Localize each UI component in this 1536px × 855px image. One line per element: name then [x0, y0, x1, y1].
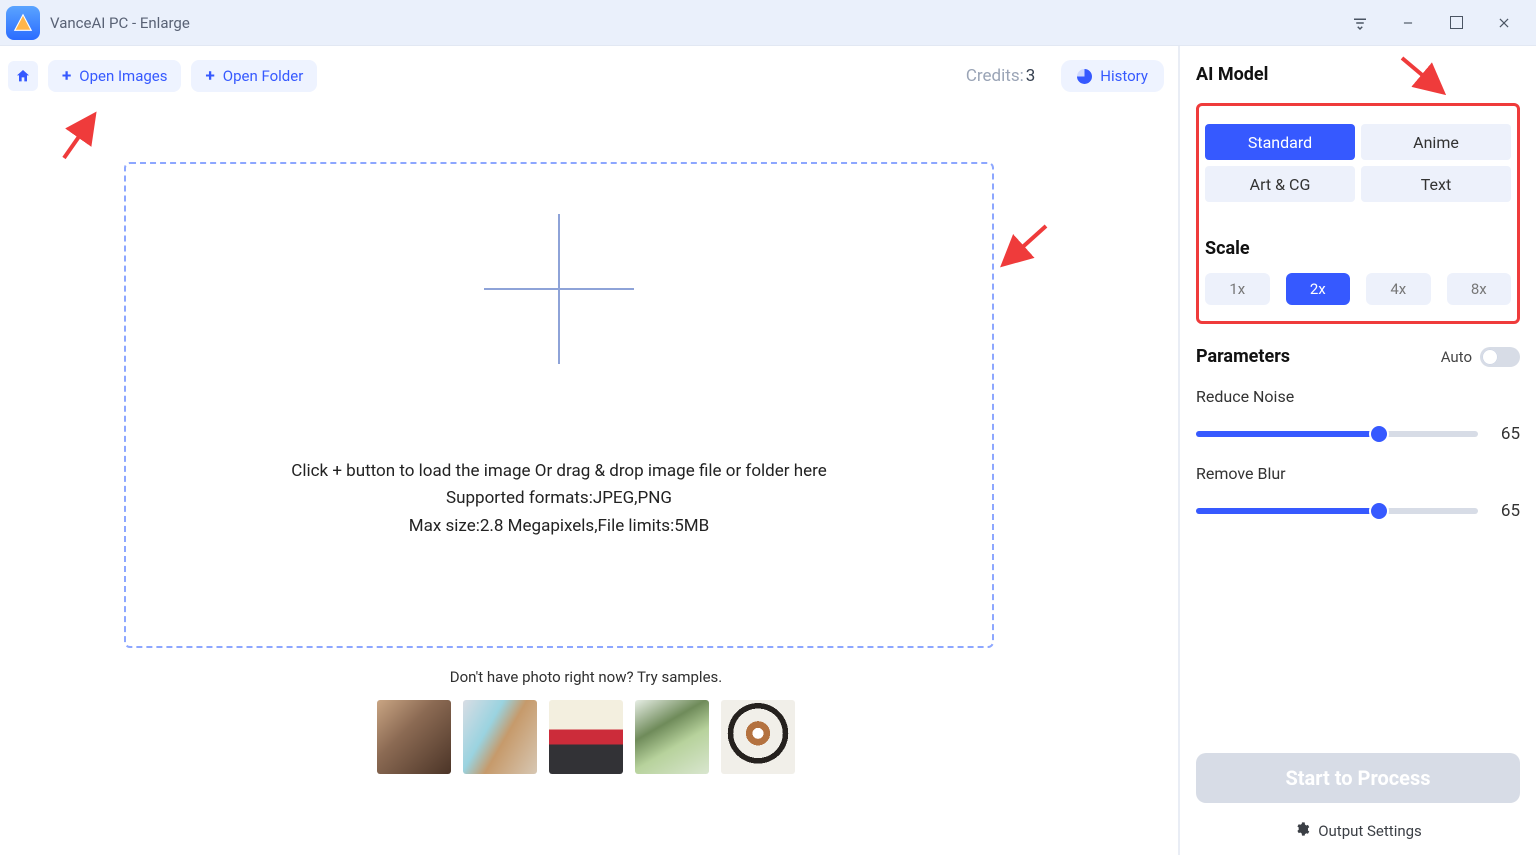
maximize-button[interactable]	[1432, 0, 1480, 46]
scale-option[interactable]: 8x	[1447, 273, 1512, 305]
sample-thumbnail[interactable]	[721, 700, 795, 774]
drop-zone[interactable]: Click + button to load the image Or drag…	[124, 162, 994, 648]
drop-line-3: Max size:2.8 Megapixels,File limits:5MB	[291, 513, 826, 540]
remove-blur-slider[interactable]	[1196, 508, 1478, 514]
reduce-noise-value: 65	[1492, 424, 1520, 444]
scale-option[interactable]: 2x	[1286, 273, 1351, 305]
ai-model-grid: StandardAnimeArt & CGText	[1205, 124, 1511, 202]
title-bar: VanceAI PC - Enlarge	[0, 0, 1536, 46]
credits-indicator: Credits: 3	[966, 66, 1035, 86]
start-process-label: Start to Process	[1285, 766, 1430, 790]
window-controls	[1336, 0, 1528, 46]
app-icon	[6, 6, 40, 40]
sample-thumbnail[interactable]	[549, 700, 623, 774]
remove-blur-label: Remove Blur	[1196, 464, 1520, 483]
toolbar: + Open Images + Open Folder Credits: 3 H…	[8, 60, 1164, 92]
remove-blur-value: 65	[1492, 501, 1520, 521]
drop-plus-icon	[484, 214, 634, 364]
drop-line-2: Supported formats:JPEG,PNG	[291, 485, 826, 512]
open-images-button[interactable]: + Open Images	[48, 60, 181, 92]
ai-model-option[interactable]: Anime	[1361, 124, 1511, 160]
sample-thumbnail[interactable]	[377, 700, 451, 774]
minimize-button[interactable]	[1384, 0, 1432, 46]
reduce-noise-label: Reduce Noise	[1196, 387, 1520, 406]
parameters-title: Parameters	[1196, 346, 1290, 367]
history-icon	[1077, 69, 1092, 84]
samples-prompt: Don't have photo right now? Try samples.	[8, 668, 1164, 686]
credits-label: Credits:	[966, 66, 1024, 86]
sample-thumbnail[interactable]	[463, 700, 537, 774]
home-button[interactable]	[8, 61, 38, 91]
drop-line-1: Click + button to load the image Or drag…	[291, 458, 826, 485]
samples-row	[8, 700, 1164, 774]
open-images-label: Open Images	[79, 67, 167, 85]
open-folder-button[interactable]: + Open Folder	[191, 60, 317, 92]
open-folder-label: Open Folder	[223, 67, 304, 85]
highlight-box: StandardAnimeArt & CGText Scale 1x 2x 4x 8x	[1196, 103, 1520, 324]
main-area: + Open Images + Open Folder Credits: 3 H…	[0, 46, 1178, 855]
drop-zone-text: Click + button to load the image Or drag…	[291, 458, 826, 540]
ai-model-title: AI Model	[1196, 64, 1520, 85]
reduce-noise-slider[interactable]	[1196, 431, 1478, 437]
scale-option[interactable]: 1x	[1205, 273, 1270, 305]
gear-icon	[1294, 821, 1310, 841]
scale-title: Scale	[1205, 238, 1511, 259]
window-menu-button[interactable]	[1336, 0, 1384, 46]
history-label: History	[1100, 67, 1148, 85]
history-button[interactable]: History	[1061, 60, 1164, 92]
ai-model-option[interactable]: Text	[1361, 166, 1511, 202]
ai-model-option[interactable]: Art & CG	[1205, 166, 1355, 202]
plus-icon: +	[205, 68, 214, 85]
start-process-button[interactable]: Start to Process	[1196, 753, 1520, 803]
credits-value: 3	[1026, 66, 1036, 86]
ai-model-option[interactable]: Standard	[1205, 124, 1355, 160]
scale-row: 1x 2x 4x 8x	[1205, 273, 1511, 305]
output-settings-label: Output Settings	[1318, 822, 1422, 840]
plus-icon: +	[62, 68, 71, 85]
window-title: VanceAI PC - Enlarge	[50, 14, 190, 32]
output-settings-button[interactable]: Output Settings	[1196, 821, 1520, 841]
auto-label: Auto	[1441, 348, 1472, 366]
close-button[interactable]	[1480, 0, 1528, 46]
auto-toggle[interactable]	[1480, 347, 1520, 367]
settings-panel: AI Model StandardAnimeArt & CGText Scale…	[1178, 46, 1536, 855]
scale-option[interactable]: 4x	[1366, 273, 1431, 305]
sample-thumbnail[interactable]	[635, 700, 709, 774]
